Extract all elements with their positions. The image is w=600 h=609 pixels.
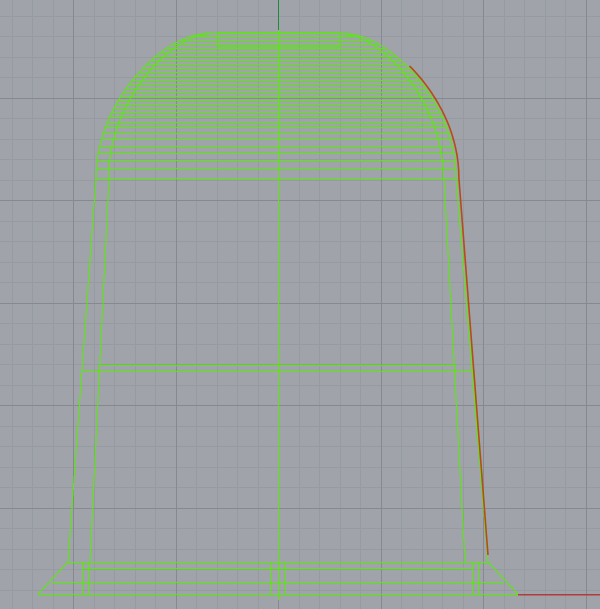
viewport-canvas[interactable] <box>0 0 600 609</box>
modeling-viewport[interactable] <box>0 0 600 609</box>
